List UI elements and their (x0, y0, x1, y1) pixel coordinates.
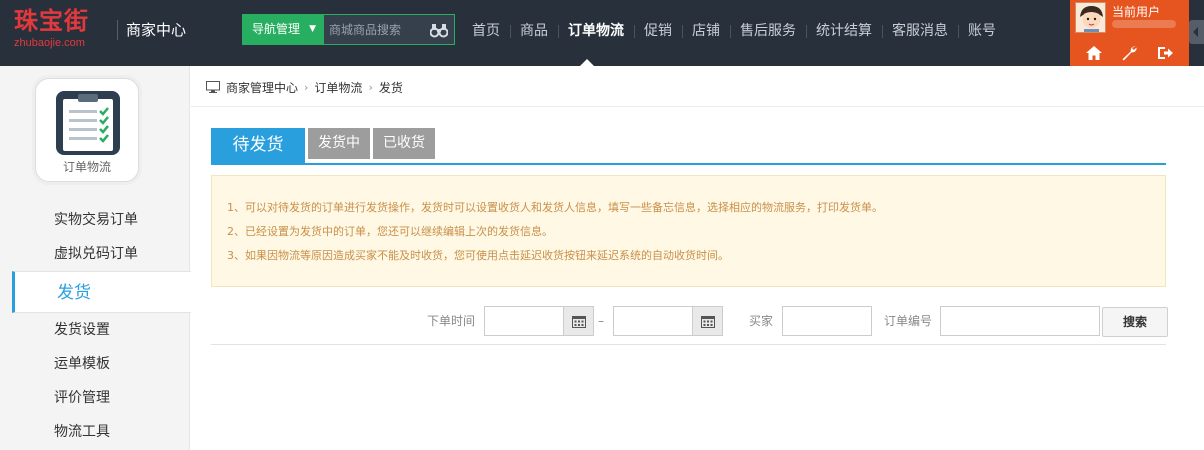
order-number-field (940, 306, 1100, 336)
order-time-label: 下单时间 (427, 314, 476, 328)
logo-text: 珠宝街 (14, 6, 89, 35)
buyer-input[interactable] (783, 307, 871, 335)
tab-received[interactable]: 已收货 (373, 128, 435, 159)
side-menu: 实物交易订单 虚拟兑码订单 发货 发货设置 运单模板 评价管理 物流工具 (0, 203, 191, 449)
collapse-tab[interactable] (1189, 20, 1204, 44)
divider (191, 106, 1204, 107)
buyer-label: 买家 (749, 314, 774, 328)
nav-manage-label: 导航管理 (252, 22, 301, 36)
end-date-field (613, 306, 693, 336)
breadcrumb-item[interactable]: 订单物流 (314, 79, 362, 96)
notice-line: 2、已经设置为发货中的订单，您还可以继续编辑上次的发货信息。 (227, 225, 553, 238)
avatar-image (1076, 3, 1105, 32)
breadcrumb: 商家管理中心 › 订单物流 › 发货 (206, 79, 403, 95)
breadcrumb-item-current: 发货 (378, 80, 403, 95)
module-card: 订单物流 (35, 78, 139, 182)
chevron-right-icon: › (368, 80, 373, 94)
wrench-icon[interactable] (1120, 44, 1138, 62)
logo[interactable]: 珠宝街 zhubaojie.com (14, 6, 104, 52)
search-input[interactable] (329, 19, 429, 41)
notice-box: 1、可以对待发货的订单进行发货操作，发货时可以设置收货人和发货人信息，填写一些备… (211, 175, 1166, 287)
status-tabs: 待发货 发货中 已收货 (211, 128, 1166, 165)
divider (211, 344, 1166, 345)
nav-statistics[interactable]: 统计结算 (806, 20, 882, 42)
home-icon[interactable] (1085, 44, 1103, 62)
clipboard-icon (56, 91, 120, 155)
user-actions (1070, 44, 1189, 64)
sidebar-item-shipping-settings[interactable]: 发货设置 (0, 313, 190, 347)
module-label: 订单物流 (62, 160, 111, 174)
binoculars-icon[interactable] (430, 22, 448, 38)
active-nav-indicator (580, 59, 594, 66)
sidebar: 订单物流 实物交易订单 虚拟兑码订单 发货 发货设置 运单模板 评价管理 物流工… (0, 66, 191, 450)
calendar-icon (572, 316, 586, 328)
user-account-redacted (1112, 20, 1176, 28)
nav-account[interactable]: 账号 (958, 20, 1006, 42)
sidebar-item-reviews[interactable]: 评价管理 (0, 381, 190, 415)
nav-home[interactable]: 首页 (462, 20, 510, 42)
tab-pending-shipment[interactable]: 待发货 (211, 128, 305, 163)
calendar-icon (701, 316, 715, 328)
start-date-field (484, 306, 564, 336)
nav-orders-logistics[interactable]: 订单物流 (558, 20, 634, 42)
monitor-icon (206, 81, 220, 93)
notice-line: 1、可以对待发货的订单进行发货操作，发货时可以设置收货人和发货人信息，填写一些备… (227, 201, 883, 214)
main-content: 商家管理中心 › 订单物流 › 发货 待发货 发货中 已收货 1、可以对待发货的… (191, 66, 1204, 450)
user-panel: 当前用户 (1070, 0, 1189, 66)
main-nav: 首页 商品 订单物流 促销 店铺 售后服务 统计结算 客服消息 账号 (462, 20, 1006, 42)
chevron-right-icon: › (304, 80, 309, 94)
sidebar-item-shipping[interactable]: 发货 (12, 271, 191, 313)
breadcrumb-item[interactable]: 商家管理中心 (226, 79, 298, 96)
nav-manage-dropdown[interactable]: 导航管理 ▼ (242, 14, 324, 45)
user-name: 当前用户 (1112, 5, 1161, 19)
site-title: 商家中心 (126, 21, 187, 39)
sidebar-item-logistics-tools[interactable]: 物流工具 (0, 415, 190, 449)
avatar[interactable] (1075, 2, 1106, 33)
chevron-down-icon: ▼ (309, 24, 316, 34)
end-date-input[interactable] (614, 307, 692, 335)
sidebar-item-waybill-templates[interactable]: 运单模板 (0, 347, 190, 381)
logo-domain: zhubaojie.com (14, 37, 85, 49)
search-box (324, 14, 455, 45)
sidebar-item-virtual-orders[interactable]: 虚拟兑码订单 (0, 237, 190, 271)
end-date-calendar-button[interactable] (693, 306, 723, 336)
nav-service-messages[interactable]: 客服消息 (882, 20, 958, 42)
nav-promotion[interactable]: 促销 (634, 20, 682, 42)
order-number-label: 订单编号 (884, 314, 933, 328)
date-range-separator: – (598, 314, 604, 328)
nav-goods[interactable]: 商品 (510, 20, 558, 42)
divider (117, 20, 118, 40)
sidebar-item-physical-orders[interactable]: 实物交易订单 (0, 203, 190, 237)
buyer-field (782, 306, 872, 336)
notice-line: 3、如果因物流等原因造成买家不能及时收货，您可使用点击延迟收货按钮来延迟系统的自… (227, 249, 729, 262)
start-date-calendar-button[interactable] (564, 306, 594, 336)
filter-bar: 下单时间 – 买家 订单编号 搜索 (191, 306, 1204, 344)
start-date-input[interactable] (485, 307, 563, 335)
search-button[interactable]: 搜索 (1102, 307, 1168, 337)
top-bar: 珠宝街 zhubaojie.com 商家中心 导航管理 ▼ 首页 商品 订单物流… (0, 0, 1204, 66)
order-number-input[interactable] (941, 307, 1099, 335)
logout-icon[interactable] (1156, 44, 1174, 62)
tab-shipping[interactable]: 发货中 (308, 128, 370, 159)
nav-after-sales[interactable]: 售后服务 (730, 20, 806, 42)
nav-store[interactable]: 店铺 (682, 20, 730, 42)
